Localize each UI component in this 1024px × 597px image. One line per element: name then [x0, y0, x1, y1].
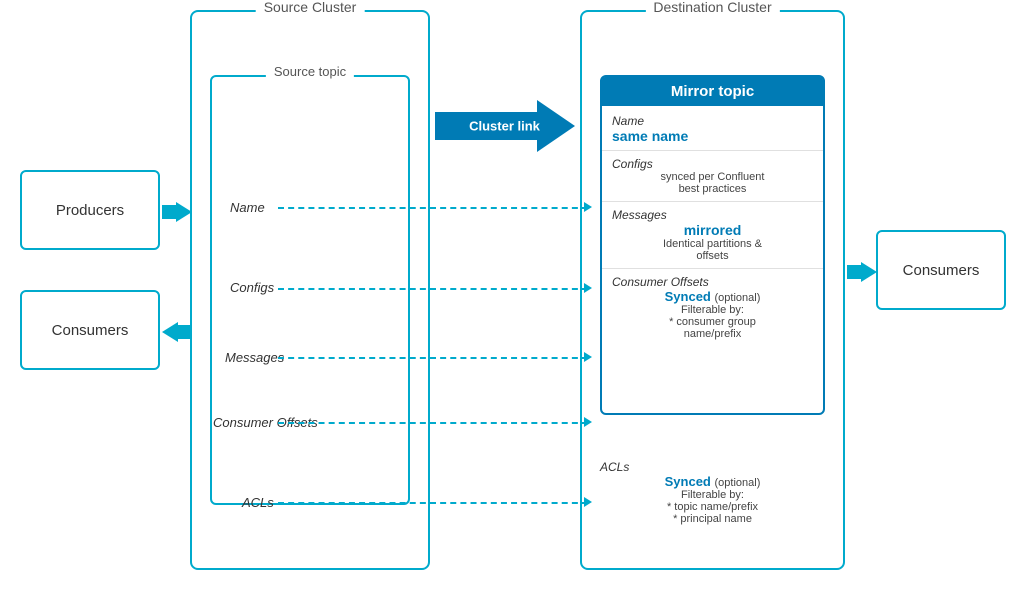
diagram: Source Cluster Destination Cluster Sourc…	[0, 0, 1024, 597]
dashed-name-arrow	[584, 202, 592, 212]
cluster-link-arrowhead	[537, 100, 575, 152]
producers-label: Producers	[56, 202, 124, 219]
dashed-acls	[278, 502, 588, 504]
mirror-messages-label: Messages	[612, 208, 813, 222]
source-messages-label: Messages	[225, 350, 284, 365]
consumers-left-arrowhead	[162, 322, 178, 342]
consumers-left-arrow	[162, 322, 192, 342]
mirror-topic-box: Mirror topic Name same name Configs sync…	[600, 75, 825, 415]
acl-section: ACLs Synced (optional) Filterable by:* t…	[600, 460, 825, 525]
source-topic-label: Source topic	[266, 64, 354, 79]
cluster-link-label: Cluster link	[469, 119, 540, 134]
dashed-configs	[278, 288, 588, 290]
cluster-link-shape: Cluster link	[435, 100, 575, 152]
mirror-messages-sub: Identical partitions &offsets	[612, 238, 813, 262]
producers-arrow	[162, 202, 192, 222]
source-configs-label: Configs	[230, 280, 274, 295]
mirror-name-row: Name same name	[602, 106, 823, 151]
cluster-link-arrow: Cluster link	[432, 96, 577, 156]
dashed-configs-arrow	[584, 283, 592, 293]
destination-cluster-label: Destination Cluster	[645, 0, 779, 15]
consumers-left-box: Consumers	[20, 290, 160, 370]
producers-arrow-body	[162, 205, 176, 219]
mirror-configs-row: Configs synced per Confluentbest practic…	[602, 151, 823, 202]
consumers-left-arrow-body	[178, 325, 192, 339]
mirror-messages-main: mirrored	[612, 222, 813, 238]
acl-sub: Filterable by:* topic name/prefix* princ…	[600, 489, 825, 525]
dashed-messages	[278, 357, 588, 359]
mirror-topic-header: Mirror topic	[602, 77, 823, 106]
dashed-messages-arrow	[584, 352, 592, 362]
consumers-right-box: Consumers	[876, 230, 1006, 310]
consumers-right-arrowhead	[861, 262, 877, 282]
acl-synced: Synced (optional)	[600, 474, 825, 489]
producers-box: Producers	[20, 170, 160, 250]
consumers-right-arrow-body	[847, 265, 861, 279]
mirror-configs-sub: synced per Confluentbest practices	[612, 171, 813, 195]
consumers-left-label: Consumers	[52, 322, 129, 339]
dashed-consumer-offsets-arrow	[584, 417, 592, 427]
producers-arrow-head	[176, 202, 192, 222]
acl-label: ACLs	[600, 460, 825, 474]
dashed-consumer-offsets	[278, 422, 588, 424]
mirror-name-main: same name	[612, 128, 813, 144]
dashed-name	[278, 207, 588, 209]
mirror-consumer-offsets-main: Synced (optional)	[612, 289, 813, 304]
dashed-acls-arrow	[584, 497, 592, 507]
mirror-messages-row: Messages mirrored Identical partitions &…	[602, 202, 823, 269]
mirror-configs-label: Configs	[612, 157, 813, 171]
source-cluster-label: Source Cluster	[256, 0, 365, 15]
mirror-consumer-offsets-sub: Filterable by:* consumer groupname/prefi…	[612, 304, 813, 340]
source-name-label: Name	[230, 200, 265, 215]
consumers-right-label: Consumers	[903, 262, 980, 279]
mirror-consumer-offsets-label: Consumer Offsets	[612, 275, 813, 289]
source-acls-label: ACLs	[242, 495, 274, 510]
mirror-consumer-offsets-row: Consumer Offsets Synced (optional) Filte…	[602, 269, 823, 346]
mirror-name-label: Name	[612, 114, 813, 128]
consumers-right-arrow	[847, 262, 877, 282]
